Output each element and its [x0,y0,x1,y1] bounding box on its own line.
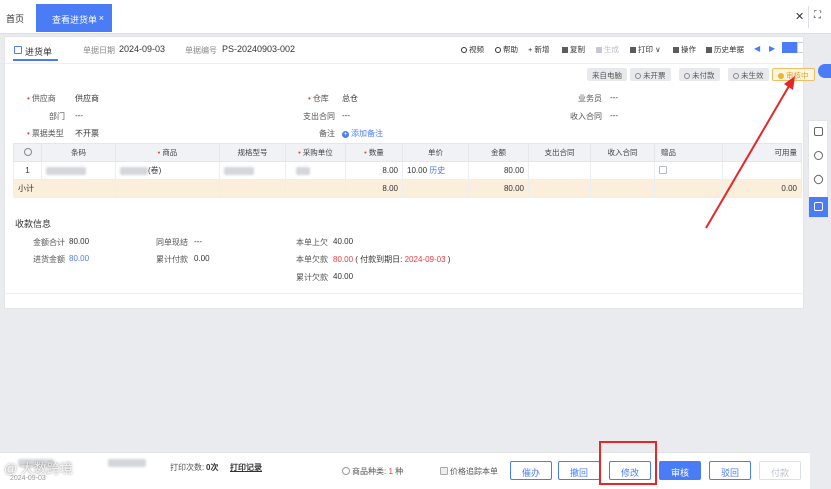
annotation-arrow [705,76,795,229]
watermark-date: 2024-09-03 [10,475,46,482]
